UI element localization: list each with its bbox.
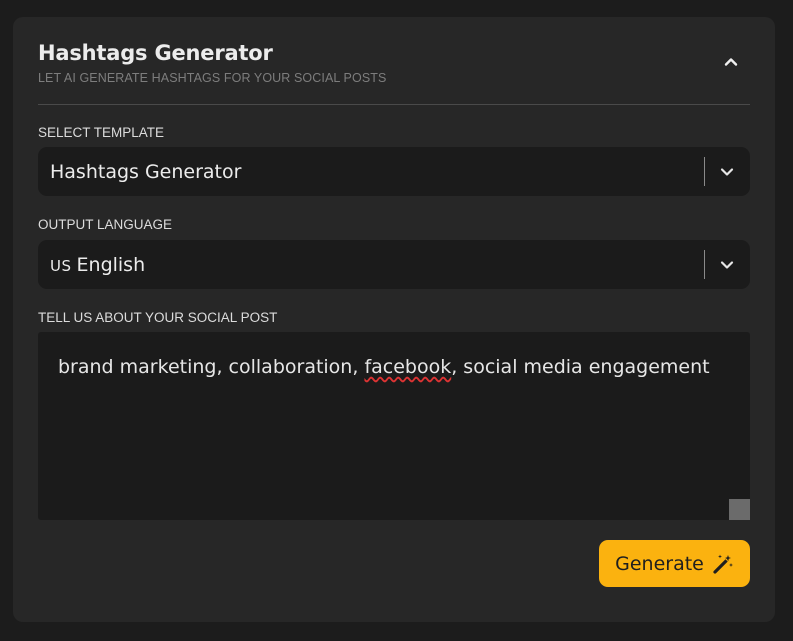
output-language-label: OUTPUT LANGUAGE — [38, 217, 173, 232]
post-text-part: brand marketing, collaboration, — [58, 356, 365, 378]
chevron-down-icon — [720, 168, 734, 176]
panel-subtitle: LET AI GENERATE HASHTAGS FOR YOUR SOCIAL… — [38, 71, 387, 85]
language-select[interactable]: US English — [38, 240, 750, 289]
textarea-resize-handle[interactable] — [729, 499, 750, 520]
us-flag-icon: US — [50, 257, 72, 275]
template-select[interactable]: Hashtags Generator — [38, 147, 750, 196]
language-dropdown-toggle[interactable] — [716, 254, 738, 276]
language-name: English — [76, 254, 146, 276]
language-select-value: US English — [50, 254, 145, 276]
panel-title: Hashtags Generator — [38, 41, 273, 65]
social-post-textarea[interactable]: brand marketing, collaboration, facebook… — [38, 332, 750, 520]
select-template-label: SELECT TEMPLATE — [38, 125, 165, 140]
magic-wand-icon — [712, 553, 734, 575]
social-post-label: TELL US ABOUT YOUR SOCIAL POST — [38, 310, 278, 325]
panel-header: Hashtags Generator LET AI GENERATE HASHT… — [38, 41, 750, 105]
template-select-value: Hashtags Generator — [50, 161, 242, 183]
hashtags-generator-panel: Hashtags Generator LET AI GENERATE HASHT… — [13, 17, 775, 622]
select-separator — [704, 157, 705, 186]
collapse-button[interactable] — [718, 49, 744, 75]
chevron-up-icon — [724, 58, 738, 66]
post-text-part: , social media engagement — [451, 356, 710, 378]
misspelled-word: facebook — [364, 356, 452, 378]
generate-button[interactable]: Generate — [599, 540, 750, 587]
social-post-text: brand marketing, collaboration, facebook… — [58, 356, 710, 378]
generate-button-label: Generate — [615, 552, 704, 575]
select-separator — [704, 250, 705, 279]
template-dropdown-toggle[interactable] — [716, 161, 738, 183]
chevron-down-icon — [720, 261, 734, 269]
